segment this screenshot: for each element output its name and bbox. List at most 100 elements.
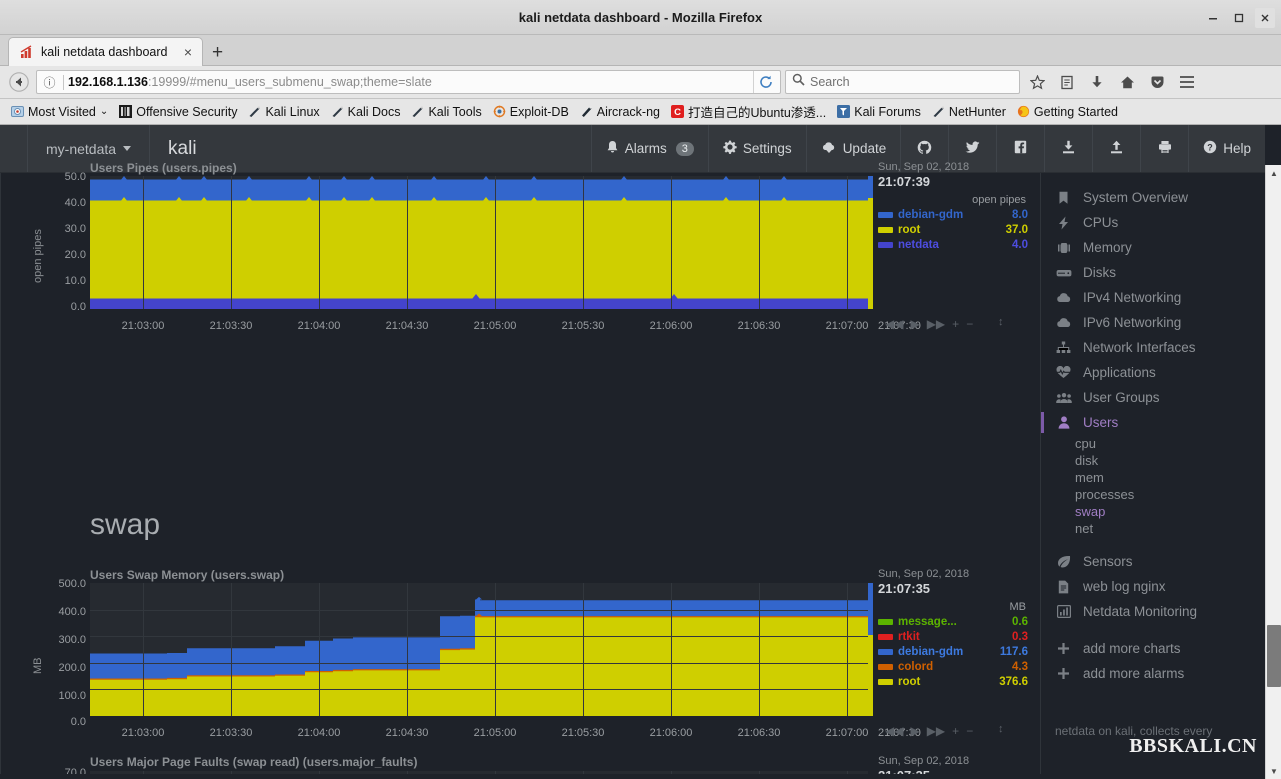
legend-bar-debian-gdm bbox=[868, 176, 873, 198]
minimize-button[interactable] bbox=[1203, 8, 1223, 28]
bookmark-0[interactable]: Most Visited⌄ bbox=[6, 102, 112, 121]
exploitdb-icon bbox=[492, 104, 507, 119]
sidebar-item-system-overview[interactable]: System Overview bbox=[1041, 185, 1265, 210]
sidebar-item-user-groups[interactable]: User Groups bbox=[1041, 385, 1265, 410]
chart-title: Users Pipes (users.pipes) bbox=[90, 161, 237, 175]
legend-entry[interactable]: netdata 4.0 bbox=[878, 239, 1028, 251]
pocket-icon[interactable] bbox=[1144, 70, 1170, 94]
print-button[interactable] bbox=[1140, 125, 1188, 172]
tab-close-icon[interactable]: × bbox=[181, 45, 195, 59]
chart-resize-handle[interactable]: ↕ bbox=[998, 316, 1004, 328]
legend-entry[interactable]: colord 4.3 bbox=[878, 661, 1028, 673]
legend-unit: open pipes bbox=[878, 194, 1028, 206]
legend-entry[interactable]: root 37.0 bbox=[878, 224, 1028, 236]
sidebar-item-memory[interactable]: Memory bbox=[1041, 235, 1265, 260]
search-bar[interactable]: Search bbox=[785, 70, 1020, 94]
browser-tab[interactable]: kali netdata dashboard × bbox=[8, 37, 203, 66]
bookmark-6[interactable]: Aircrack-ng bbox=[575, 102, 664, 121]
close-button[interactable] bbox=[1255, 8, 1275, 28]
bookmark-3[interactable]: Kali Docs bbox=[326, 102, 405, 121]
sidebar-subitem-mem[interactable]: mem bbox=[1041, 469, 1265, 486]
sidebar-item-label: Netdata Monitoring bbox=[1083, 604, 1197, 619]
legend-value: 4.0 bbox=[1012, 239, 1028, 251]
legend-entry[interactable]: rtkit 0.3 bbox=[878, 631, 1028, 643]
chart-users-major-faults: Users Major Page Faults (swap read) (use… bbox=[0, 755, 1040, 774]
sidebar-item-ipv6-networking[interactable]: IPv6 Networking bbox=[1041, 310, 1265, 335]
import-button[interactable] bbox=[1044, 125, 1092, 172]
sidebar-item-cpus[interactable]: CPUs bbox=[1041, 210, 1265, 235]
chart-back-icon[interactable]: ◀◀ bbox=[885, 317, 903, 331]
legend-entry[interactable]: message... 0.6 bbox=[878, 616, 1028, 628]
sidebar-item-add-more-charts[interactable]: add more charts bbox=[1041, 636, 1265, 661]
legend-entry[interactable]: debian-gdm 117.6 bbox=[878, 646, 1028, 658]
download-icon[interactable] bbox=[1084, 70, 1110, 94]
chart-plot[interactable] bbox=[90, 176, 868, 309]
sidebar-subitem-processes[interactable]: processes bbox=[1041, 486, 1265, 503]
url-bar[interactable]: ⓘ 192.168.1.136:19999/#menu_users_submen… bbox=[36, 70, 781, 94]
chart-back-icon[interactable]: ◀◀ bbox=[885, 724, 903, 738]
hamburger-menu-icon[interactable] bbox=[1174, 70, 1200, 94]
sidebar-item-disks[interactable]: Disks bbox=[1041, 260, 1265, 285]
url-rest: :19999/#menu_users_submenu_swap;theme=sl… bbox=[148, 75, 432, 89]
print-icon bbox=[1158, 140, 1172, 157]
scrollbar-thumb[interactable] bbox=[1267, 625, 1281, 687]
bookmark-10[interactable]: Getting Started bbox=[1012, 102, 1122, 121]
reload-icon[interactable] bbox=[753, 71, 777, 93]
bookmark-1[interactable]: Offensive Security bbox=[114, 102, 241, 121]
site-info-icon[interactable]: ⓘ bbox=[40, 74, 59, 91]
library-icon[interactable] bbox=[1054, 70, 1080, 94]
help-button[interactable]: ? Help bbox=[1188, 125, 1265, 172]
chart-series-svg bbox=[90, 771, 868, 774]
legend-time: 21:07:39 bbox=[878, 174, 1028, 189]
sidebar-item-sensors[interactable]: Sensors bbox=[1041, 549, 1265, 574]
sidebar-item-web-log-nginx[interactable]: web log nginx bbox=[1041, 574, 1265, 599]
chart-plot[interactable] bbox=[90, 771, 868, 774]
legend-bar-root bbox=[868, 635, 873, 716]
maximize-button[interactable] bbox=[1229, 8, 1249, 28]
sidebar-item-applications[interactable]: Applications bbox=[1041, 360, 1265, 385]
chart-zoom-out-icon[interactable]: − bbox=[966, 724, 973, 738]
scroll-down-arrow[interactable]: ▼ bbox=[1266, 763, 1281, 779]
home-icon[interactable] bbox=[1114, 70, 1140, 94]
sidebar-subitem-cpu[interactable]: cpu bbox=[1041, 435, 1265, 452]
chart-forward-icon[interactable]: ▶▶ bbox=[927, 724, 945, 738]
netdata-inner-scrollbar[interactable] bbox=[1255, 173, 1265, 774]
scroll-up-arrow[interactable]: ▲ bbox=[1266, 165, 1281, 181]
page-scrollbar[interactable]: ▲ ▼ bbox=[1265, 165, 1281, 779]
new-tab-button[interactable]: + bbox=[203, 43, 232, 65]
sidebar-item-users[interactable]: Users bbox=[1041, 410, 1265, 435]
chart-forward-icon[interactable]: ▶▶ bbox=[927, 317, 945, 331]
sidebar-item-ipv4-networking[interactable]: IPv4 Networking bbox=[1041, 285, 1265, 310]
sidebar-item-add-more-alarms[interactable]: add more alarms bbox=[1041, 661, 1265, 686]
chart-resize-handle[interactable]: ↕ bbox=[998, 723, 1004, 735]
svg-text:?: ? bbox=[1207, 142, 1213, 152]
chart-play-icon[interactable]: ▶ bbox=[910, 724, 919, 738]
sidebar-subitem-disk[interactable]: disk bbox=[1041, 452, 1265, 469]
export-button[interactable] bbox=[1092, 125, 1140, 172]
legend-entry[interactable]: root 376.6 bbox=[878, 676, 1028, 688]
sidebar-subitem-swap[interactable]: swap bbox=[1041, 503, 1265, 520]
y-tick: 0.0 bbox=[40, 301, 86, 313]
chart-zoom-in-icon[interactable]: + bbox=[952, 724, 959, 738]
bookmark-label: Kali Linux bbox=[265, 105, 319, 119]
sidebar-item-netdata-monitoring[interactable]: Netdata Monitoring bbox=[1041, 599, 1265, 624]
chart-zoom-in-icon[interactable]: + bbox=[952, 317, 959, 331]
bookmark-9[interactable]: NetHunter bbox=[927, 102, 1010, 121]
bookmark-2[interactable]: Kali Linux bbox=[243, 102, 323, 121]
sidebar-item-network-interfaces[interactable]: Network Interfaces bbox=[1041, 335, 1265, 360]
bookmark-5[interactable]: Exploit-DB bbox=[488, 102, 573, 121]
bookmark-8[interactable]: Kali Forums bbox=[832, 102, 925, 121]
chart-plot[interactable] bbox=[90, 583, 868, 716]
chart-zoom-out-icon[interactable]: − bbox=[966, 317, 973, 331]
back-icon[interactable] bbox=[6, 70, 32, 94]
sidebar-subitem-net[interactable]: net bbox=[1041, 520, 1265, 537]
legend-entry[interactable]: debian-gdm 8.0 bbox=[878, 209, 1028, 221]
bookmark-7[interactable]: C打造自己的Ubuntu渗透... bbox=[666, 100, 830, 123]
legend-swatch bbox=[878, 212, 893, 218]
firefox-icon bbox=[1016, 104, 1031, 119]
bookmark-star-icon[interactable] bbox=[1024, 70, 1050, 94]
chart-play-icon[interactable]: ▶ bbox=[910, 317, 919, 331]
legend-name: root bbox=[898, 676, 994, 688]
sidebar-item-label: Network Interfaces bbox=[1083, 340, 1196, 355]
bookmark-4[interactable]: Kali Tools bbox=[406, 102, 485, 121]
